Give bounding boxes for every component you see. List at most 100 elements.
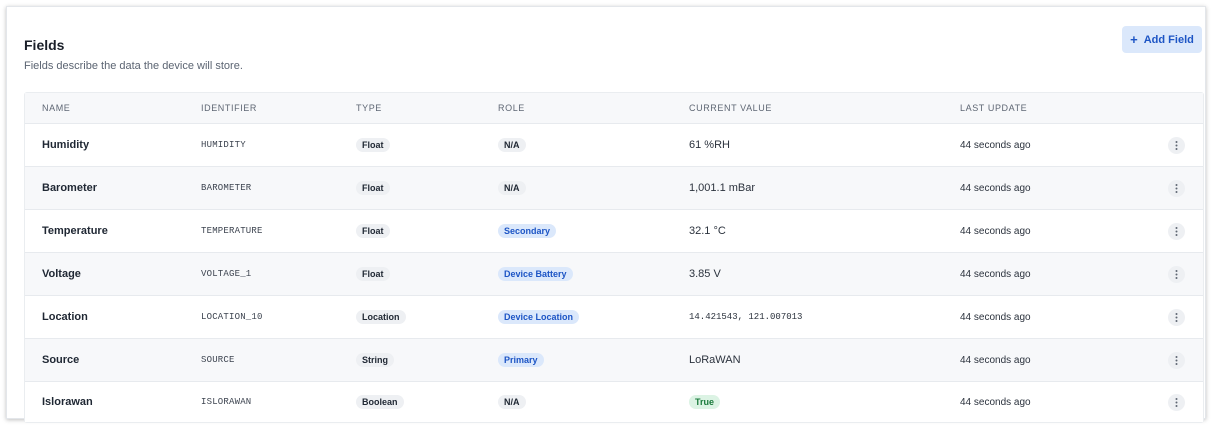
last-update: 44 seconds ago [960,182,1031,194]
last-update: 44 seconds ago [960,354,1031,366]
field-type-cell: Float [356,167,390,209]
last-update: 44 seconds ago [960,268,1031,280]
row-menu-cell [1168,382,1185,422]
row-menu-cell [1168,296,1185,338]
row-menu-cell [1168,167,1185,209]
column-header-type: TYPE [356,103,382,113]
plus-icon: + [1130,32,1138,47]
row-menu-cell [1168,124,1185,166]
row-menu-button[interactable] [1168,136,1185,154]
field-identifier: TEMPERATURE [201,226,263,236]
row-menu-button[interactable] [1168,393,1185,411]
field-name: Voltage [42,268,81,280]
field-name: Islorawan [42,396,93,408]
field-identifier: ISLORAWAN [201,397,252,407]
role-badge: N/A [498,181,526,195]
type-badge: String [356,353,394,367]
add-field-label: Add Field [1143,33,1194,46]
field-name: Source [42,354,80,366]
role-badge: Secondary [498,224,557,238]
field-type-cell: Float [356,124,390,166]
field-identifier: SOURCE [201,355,235,365]
row-menu-cell [1168,210,1185,252]
table-header: NAME IDENTIFIER TYPE ROLE CURRENT VALUE … [25,93,1203,124]
column-header-name: NAME [42,103,71,113]
more-vertical-icon [1175,355,1178,365]
table-row[interactable]: Source SOURCE String Primary LoRaWAN 44 secon… [25,339,1203,382]
field-role-cell: N/A [498,167,526,209]
value-badge: True [689,395,721,409]
last-update: 44 seconds ago [960,225,1031,237]
row-menu-button[interactable] [1168,222,1185,240]
role-badge: Primary [498,353,544,367]
column-header-identifier: IDENTIFIER [201,103,258,113]
row-menu-button[interactable] [1168,265,1185,283]
fields-table: NAME IDENTIFIER TYPE ROLE CURRENT VALUE … [24,92,1204,423]
row-menu-button[interactable] [1168,351,1185,369]
more-vertical-icon [1175,312,1178,322]
field-name: Location [42,311,88,323]
field-role-cell: Device Battery [498,253,573,295]
field-name: Barometer [42,182,98,194]
field-role-cell: Primary [498,339,544,381]
field-role-cell: Secondary [498,210,557,252]
role-badge: Device Location [498,310,580,324]
field-role-cell: N/A [498,382,526,422]
type-badge: Float [356,267,390,281]
field-identifier: HUMIDITY [201,140,246,150]
last-update: 44 seconds ago [960,139,1031,151]
type-badge: Float [356,181,390,195]
role-badge: N/A [498,138,526,152]
page-title: Fields [24,37,65,53]
type-badge: Location [356,310,406,324]
add-field-button[interactable]: + Add Field [1122,26,1202,53]
field-name: Temperature [42,225,108,237]
column-header-last-update: LAST UPDATE [960,103,1028,113]
role-badge: Device Battery [498,267,573,281]
current-value-cell: LoRaWAN [689,354,741,366]
table-row[interactable]: Voltage VOLTAGE_1 Float Device Battery 3.85 … [25,253,1203,296]
field-identifier: LOCATION_10 [201,312,263,322]
field-type-cell: Float [356,210,390,252]
more-vertical-icon [1175,140,1178,150]
field-type-cell: Location [356,296,406,338]
table-row[interactable]: Temperature TEMPERATURE Float Secondary 32.1… [25,210,1203,253]
field-role-cell: N/A [498,124,526,166]
current-value-cell: 1,001.1 mBar [689,182,756,194]
field-type-cell: Boolean [356,382,404,422]
current-value-cell: 61 %RH [689,139,730,151]
row-menu-cell [1168,339,1185,381]
field-identifier: BAROMETER [201,183,252,193]
last-update: 44 seconds ago [960,396,1031,408]
row-menu-cell [1168,253,1185,295]
field-type-cell: String [356,339,394,381]
table-row[interactable]: Barometer BAROMETER Float N/A 1,001.1 mBar 44… [25,167,1203,210]
more-vertical-icon [1175,183,1178,193]
row-menu-button[interactable] [1168,179,1185,197]
field-name: Humidity [42,139,90,151]
field-role-cell: Device Location [498,296,580,338]
fields-card: Fields Fields describe the data the devi… [6,6,1206,423]
table-row[interactable]: Islorawan ISLORAWAN Boolean N/A True 44 secon… [25,382,1203,422]
column-header-role: ROLE [498,103,525,113]
field-identifier: VOLTAGE_1 [201,269,252,279]
current-value-cell: 3.85 V [689,268,721,280]
current-value-cell: 32.1 °C [689,225,726,237]
more-vertical-icon [1175,397,1178,407]
role-badge: N/A [498,395,526,409]
row-menu-button[interactable] [1168,308,1185,326]
more-vertical-icon [1175,269,1178,279]
current-value-cell: True [689,382,721,422]
column-header-current-value: CURRENT VALUE [689,103,772,113]
table-row[interactable]: Location LOCATION_10 Location Device Locati… [25,296,1203,339]
type-badge: Float [356,138,390,152]
table-row[interactable]: Humidity HUMIDITY Float N/A 61 %RH 44 seconds… [25,124,1203,167]
last-update: 44 seconds ago [960,311,1031,323]
page-subtitle: Fields describe the data the device will… [24,60,243,72]
more-vertical-icon [1175,226,1178,236]
table-body: Humidity HUMIDITY Float N/A 61 %RH 44 seconds… [25,124,1203,422]
type-badge: Float [356,224,390,238]
field-type-cell: Float [356,253,390,295]
current-value-cell: 14.421543, 121.007013 [689,312,803,322]
type-badge: Boolean [356,395,404,409]
